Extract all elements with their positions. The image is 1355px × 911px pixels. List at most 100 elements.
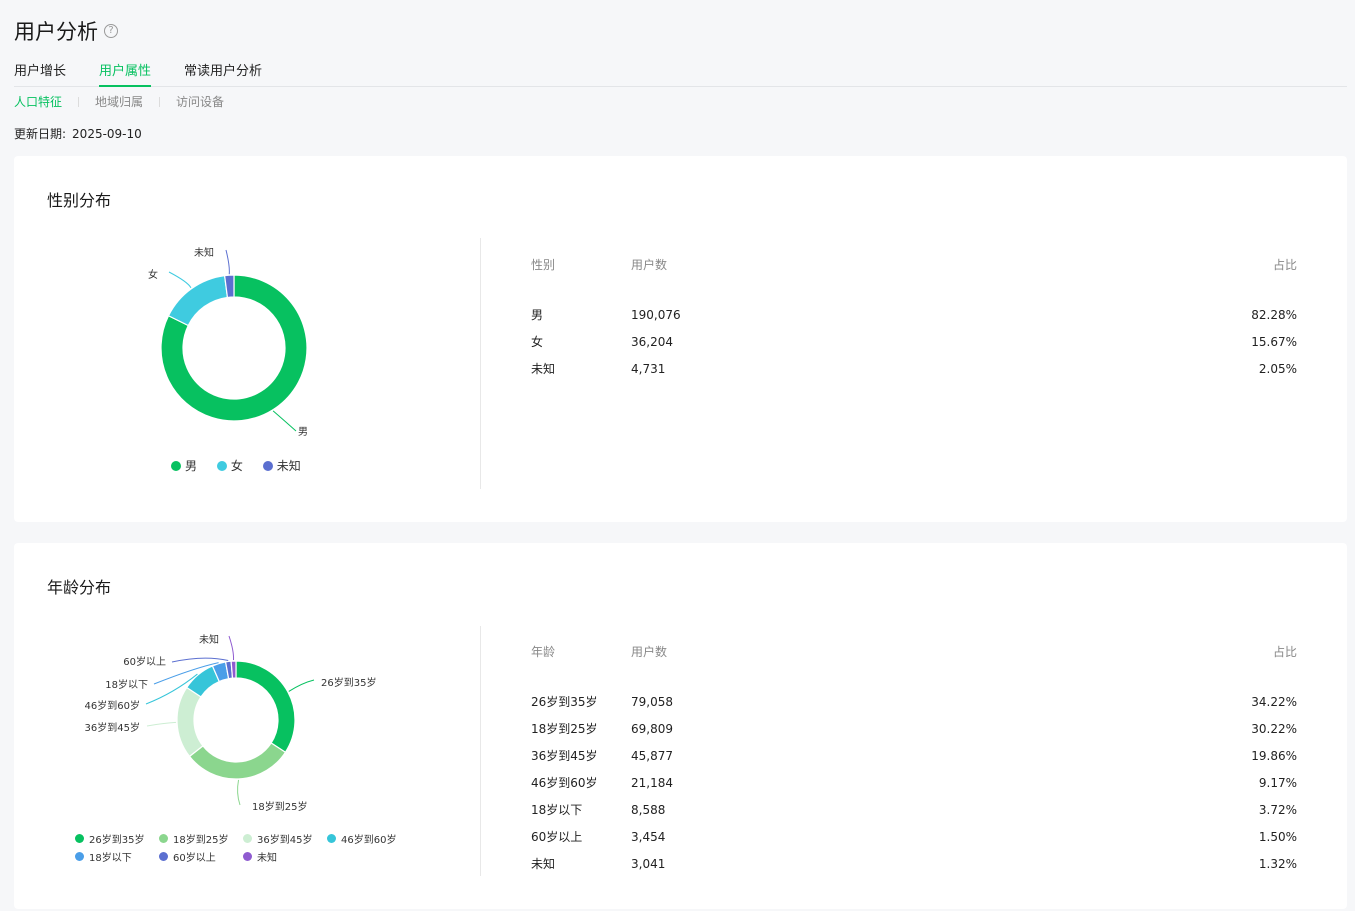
age-legend: 26岁到35岁 18岁到25岁 36岁到45岁 46岁到60岁 18岁以下 60岁以上 未… (75, 831, 415, 867)
subtab-region[interactable]: 地域归属 (95, 93, 143, 110)
card-divider (480, 238, 481, 489)
table-row: 女 36,204 15.67% (531, 328, 1297, 355)
age-card: 年龄分布 26岁到35岁 18岁到25岁 36岁到45岁 46岁到60岁 18岁以下 60… (14, 543, 1347, 909)
gender-leader-line (272, 410, 297, 432)
tab-user-growth[interactable]: 用户增长 (14, 62, 66, 87)
age-slice-6[interactable] (230, 660, 237, 679)
table-row: 46岁到60岁 21,184 9.17% (531, 769, 1297, 796)
legend-label: 未知 (276, 459, 301, 473)
legend-dot (243, 852, 252, 861)
legend-item-over-60[interactable]: 60岁以上 (159, 849, 243, 864)
legend-dot (159, 852, 168, 861)
age-slice-0[interactable] (235, 660, 296, 754)
cell-pct: 3.72% (1258, 802, 1297, 817)
age-slice-label: 46岁到60岁 (85, 699, 140, 712)
legend-item-under-18[interactable]: 18岁以下 (75, 849, 159, 864)
page-title: 用户分析 ? (14, 16, 118, 46)
cell-pct: 15.67% (1251, 334, 1297, 349)
gender-slice-label: 女 (148, 268, 158, 281)
subtab-demographics[interactable]: 人口特征 (14, 93, 62, 110)
subtab-device[interactable]: 访问设备 (176, 93, 224, 110)
cell-count: 69,809 (631, 721, 673, 736)
table-spacer (531, 274, 1297, 301)
legend-dot (243, 834, 252, 843)
cell-pct: 1.32% (1258, 856, 1297, 871)
legend-item-unknown[interactable]: 未知 (262, 457, 301, 474)
cell-count: 4,731 (631, 361, 666, 376)
gender-leader-line (225, 249, 230, 275)
subtab-separator (78, 96, 80, 107)
legend-dot (159, 834, 168, 843)
cell-pct: 9.17% (1258, 775, 1297, 790)
header-ratio: 占比 (1272, 644, 1297, 659)
table-row: 26岁到35岁 79,058 34.22% (531, 688, 1297, 715)
age-leader-line (237, 779, 241, 806)
table-row: 未知 3,041 1.32% (531, 850, 1297, 877)
tab-frequent-readers[interactable]: 常读用户分析 (184, 62, 262, 87)
tab-user-attributes[interactable]: 用户属性 (99, 62, 152, 87)
question-circle-icon[interactable]: ? (104, 24, 118, 38)
cell-count: 3,454 (631, 829, 666, 844)
cell-pct: 1.50% (1258, 829, 1297, 844)
table-row: 36岁到45岁 45,877 19.86% (531, 742, 1297, 769)
legend-dot (171, 460, 181, 471)
legend-item-26-35[interactable]: 26岁到35岁 (75, 831, 159, 846)
legend-label: 女 (230, 459, 243, 473)
sub-tabs: 人口特征 地域归属 访问设备 (14, 93, 224, 110)
legend-label: 男 (185, 459, 198, 473)
cell-count: 21,184 (631, 775, 673, 790)
legend-label: 46岁到60岁 (341, 835, 397, 846)
legend-item-46-60[interactable]: 46岁到60岁 (327, 831, 411, 846)
cell-name: 男 (531, 308, 544, 322)
cell-name: 36岁到45岁 (531, 749, 598, 763)
legend-item-male[interactable]: 男 (171, 457, 197, 474)
age-slice-label: 18岁到25岁 (252, 800, 307, 813)
cell-count: 45,877 (631, 748, 673, 763)
cell-count: 190,076 (631, 307, 681, 322)
legend-label: 36岁到45岁 (257, 835, 313, 846)
age-leader-line (146, 721, 177, 727)
subtab-separator (159, 96, 161, 107)
gender-slice-label: 男 (298, 426, 308, 438)
gender-slice-label: 未知 (194, 246, 214, 259)
cell-count: 79,058 (631, 694, 673, 709)
update-date: 更新日期: 2025-09-10 (14, 125, 142, 142)
age-leader-line (288, 679, 315, 692)
age-slice-label: 60岁以上 (123, 655, 166, 668)
age-slice-label: 未知 (199, 633, 219, 646)
cell-name: 46岁到60岁 (531, 776, 598, 790)
main-tabs: 用户增长 用户属性 常读用户分析 (14, 62, 1347, 87)
age-slice-1[interactable] (188, 742, 287, 780)
legend-item-female[interactable]: 女 (216, 457, 243, 474)
legend-label: 18岁以下 (89, 853, 132, 864)
table-row: 18岁到25岁 69,809 30.22% (531, 715, 1297, 742)
table-row: 60岁以上 3,454 1.50% (531, 823, 1297, 850)
legend-item-36-45[interactable]: 36岁到45岁 (243, 831, 327, 846)
age-slice-2[interactable] (176, 686, 204, 758)
legend-dot (75, 834, 84, 843)
cell-pct: 82.28% (1251, 307, 1297, 322)
cell-pct: 30.22% (1251, 721, 1297, 736)
cell-name: 未知 (531, 362, 556, 376)
cell-count: 36,204 (631, 334, 673, 349)
legend-item-unknown[interactable]: 未知 (243, 849, 327, 864)
age-leader-line (171, 657, 229, 663)
cell-name: 60岁以上 (531, 830, 583, 844)
age-leader-line (228, 635, 235, 661)
legend-item-18-25[interactable]: 18岁到25岁 (159, 831, 243, 846)
table-row: 男 190,076 82.28% (531, 301, 1297, 328)
legend-dot (216, 460, 227, 471)
card-divider (480, 626, 481, 876)
table-header-row: 年龄 用户数 占比 (531, 641, 1297, 661)
header-users: 用户数 (631, 644, 668, 659)
legend-label: 18岁到25岁 (173, 835, 229, 846)
gender-slice-1[interactable] (167, 274, 229, 327)
header-users: 用户数 (631, 257, 668, 272)
table-row: 未知 4,731 2.05% (531, 355, 1297, 382)
age-table: 年龄 用户数 占比 26岁到35岁 79,058 34.22% 18岁到25岁 69,… (531, 641, 1297, 877)
header-gender: 性别 (531, 257, 556, 272)
cell-name: 女 (531, 335, 544, 349)
cell-name: 18岁到25岁 (531, 722, 598, 736)
gender-card: 性别分布 男女未知 男 女 未知 性别 用户数 占比 男 190,076 82.… (14, 156, 1347, 522)
table-row: 18岁以下 8,588 3.72% (531, 796, 1297, 823)
